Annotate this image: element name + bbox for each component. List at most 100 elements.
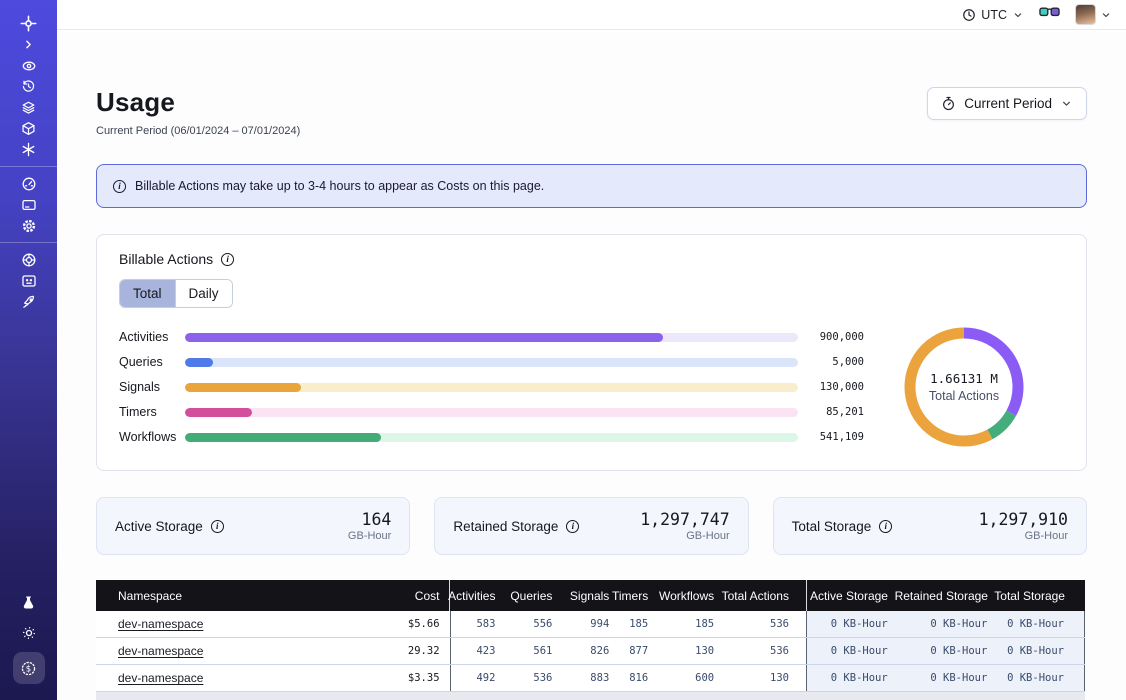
support-lifebuoy-icon[interactable] xyxy=(0,249,57,270)
namespace-link[interactable]: dev-namespace xyxy=(118,617,203,631)
cost-cell: $3.35 xyxy=(408,672,440,684)
retained-storage-card: Retained Storage i 1,297,747 GB-Hour xyxy=(434,497,748,555)
stopwatch-icon xyxy=(941,96,956,111)
sidebar-bottom-group: $ xyxy=(0,592,57,700)
usage-gauge-icon[interactable] xyxy=(0,173,57,194)
col-queries: Queries xyxy=(510,589,552,603)
bar-fill xyxy=(185,408,252,417)
cube-icon[interactable] xyxy=(0,118,57,139)
queries-cell: 556 xyxy=(533,618,552,630)
temporal-logo[interactable] xyxy=(0,13,57,34)
info-icon[interactable]: i xyxy=(221,253,234,266)
bar-fill xyxy=(185,433,381,442)
namespace-usage-table: Namespace Cost Activities Queries Signal… xyxy=(96,580,1085,700)
col-workflows: Workflows xyxy=(659,589,714,603)
period-dropdown-button[interactable]: Current Period xyxy=(927,87,1087,120)
sidebar-divider xyxy=(0,242,57,243)
tab-daily[interactable]: Daily xyxy=(175,280,232,307)
period-dropdown-label: Current Period xyxy=(964,96,1052,111)
bar-value: 130,000 xyxy=(810,381,864,393)
chevron-down-icon xyxy=(1100,9,1112,21)
billable-actions-tabs: Total Daily xyxy=(119,279,233,308)
active-storage-cell: 0 KB-Hour xyxy=(831,672,888,684)
signals-cell: 826 xyxy=(590,645,609,657)
page-header: Usage Current Period (06/01/2024 – 07/01… xyxy=(96,87,1087,137)
expand-chevron-icon[interactable] xyxy=(0,34,57,55)
bar-fill xyxy=(185,383,301,392)
history-clock-icon[interactable] xyxy=(0,76,57,97)
bar-row-signals: Signals 130,000 xyxy=(119,375,864,400)
tab-total[interactable]: Total xyxy=(120,280,175,307)
active-storage-cell: 0 KB-Hour xyxy=(831,645,888,657)
cost-cell: 29.32 xyxy=(408,645,440,657)
bar-fill xyxy=(185,358,213,367)
monitor-icon[interactable] xyxy=(0,270,57,291)
bar-row-queries: Queries 5,000 xyxy=(119,350,864,375)
chevron-down-icon xyxy=(1012,9,1024,21)
pricing-coin-button[interactable]: $ xyxy=(13,652,45,684)
bar-track xyxy=(185,408,798,417)
sidebar-divider xyxy=(0,166,57,167)
rocket-icon[interactable] xyxy=(0,291,57,312)
nexus-asterisk-icon[interactable] xyxy=(0,139,57,160)
total-actions-cell: 536 xyxy=(770,618,789,630)
account-menu[interactable] xyxy=(1075,4,1112,25)
settings-gear-icon[interactable] xyxy=(0,215,57,236)
glasses-icon[interactable] xyxy=(1039,5,1060,24)
col-activities: Activities xyxy=(448,589,495,603)
chevron-down-icon xyxy=(1060,97,1073,110)
main-content: Usage Current Period (06/01/2024 – 07/01… xyxy=(57,31,1126,700)
total-storage-cell: 0 KB-Hour xyxy=(1007,672,1064,684)
workflows-cell: 130 xyxy=(695,645,714,657)
bar-track xyxy=(185,433,798,442)
theme-sun-icon[interactable] xyxy=(0,622,57,643)
bar-label: Queries xyxy=(119,355,185,369)
total-storage-card: Total Storage i 1,297,910 GB-Hour xyxy=(773,497,1087,555)
bar-label: Workflows xyxy=(119,430,185,444)
total-storage-unit: GB-Hour xyxy=(979,530,1068,542)
timezone-selector[interactable]: UTC xyxy=(962,8,1024,22)
signals-cell: 883 xyxy=(590,672,609,684)
bar-track xyxy=(185,383,798,392)
billing-card-icon[interactable] xyxy=(0,194,57,215)
total-actions-cell: 536 xyxy=(770,645,789,657)
total-actions-cell: 130 xyxy=(770,672,789,684)
info-icon[interactable]: i xyxy=(566,520,579,533)
workflows-cell: 185 xyxy=(695,618,714,630)
queries-cell: 536 xyxy=(533,672,552,684)
info-icon[interactable]: i xyxy=(879,520,892,533)
timers-cell: 185 xyxy=(629,618,648,630)
total-storage-label: Total Storage xyxy=(792,519,872,534)
info-icon: i xyxy=(113,180,126,193)
billable-actions-header: Billable Actions i xyxy=(119,251,1064,267)
activities-cell: 583 xyxy=(476,618,495,630)
cost-cell: $5.66 xyxy=(408,618,440,630)
info-icon[interactable]: i xyxy=(211,520,224,533)
col-timers: Timers xyxy=(612,589,648,603)
col-active-storage: Active Storage xyxy=(810,589,888,603)
active-storage-value: 164 xyxy=(348,510,391,529)
retained-storage-cell: 0 KB-Hour xyxy=(930,645,987,657)
bar-value: 900,000 xyxy=(810,331,864,343)
namespace-link[interactable]: dev-namespace xyxy=(118,671,203,685)
bar-value: 541,109 xyxy=(810,431,864,443)
info-banner: i Billable Actions may take up to 3-4 ho… xyxy=(96,164,1087,208)
svg-text:$: $ xyxy=(26,664,31,674)
layers-icon[interactable] xyxy=(0,97,57,118)
labs-flask-icon[interactable] xyxy=(0,592,57,613)
info-banner-text: Billable Actions may take up to 3-4 hour… xyxy=(135,179,544,193)
clock-icon xyxy=(962,8,976,22)
col-namespace: Namespace xyxy=(118,589,182,603)
active-storage-unit: GB-Hour xyxy=(348,530,391,542)
eye-icon[interactable] xyxy=(0,55,57,76)
table-row: dev-namespace 29.32 423 561 826 877 130 … xyxy=(96,638,1085,665)
namespace-link[interactable]: dev-namespace xyxy=(118,644,203,658)
col-cost: Cost xyxy=(415,589,440,603)
total-storage-cell: 0 KB-Hour xyxy=(1007,645,1064,657)
retained-storage-cell: 0 KB-Hour xyxy=(930,672,987,684)
avatar xyxy=(1075,4,1096,25)
page-title: Usage xyxy=(96,87,300,118)
bar-track xyxy=(185,358,798,367)
billable-actions-chart: Activities 900,000 Queries 5,000 Signals… xyxy=(119,321,1064,453)
table-row: dev-namespace $5.66 583 556 994 185 185 … xyxy=(96,611,1085,638)
